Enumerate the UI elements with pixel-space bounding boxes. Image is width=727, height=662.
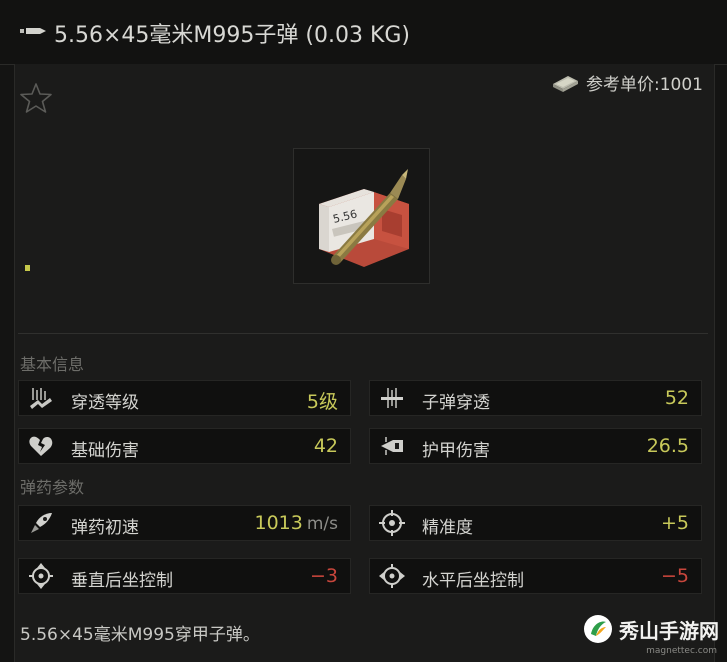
stat-value: 26.5 [646,435,689,457]
vertical-recoil-icon [19,559,63,593]
stat-bullet-penetration: 子弹穿透 52 [369,380,702,416]
quest-marker [25,265,30,271]
stat-muzzle-velocity: 弹药初速 1013 m/s [18,505,351,541]
bullet-penetration-icon [370,381,414,415]
site-logo-icon [584,615,612,643]
stat-penetration-level: 穿透等级 5级 [18,380,351,416]
divider [18,333,708,334]
watermark-name: 秀山手游网 [619,618,719,643]
stat-value: 42 [313,435,338,457]
stat-base-damage: 基础伤害 42 [18,428,351,464]
item-image-slot: 5.56 [293,148,430,284]
reference-price: 参考单价:1001 [550,70,703,95]
stat-value: 1013 m/s [254,512,338,534]
stat-horizontal-recoil: 水平后坐控制 −5 [369,558,702,594]
stat-value-number: 1013 [254,512,303,534]
star-icon[interactable] [20,82,52,114]
stat-value-unit: m/s [306,514,338,534]
ammo-box-image: 5.56 [319,169,409,267]
stat-vertical-recoil: 垂直后坐控制 −3 [18,558,351,594]
item-title: 5.56×45毫米M995子弹 (0.03 KG) [54,23,410,48]
stat-armor-damage: 护甲伤害 26.5 [369,428,702,464]
stat-label: 垂直后坐控制 [71,571,173,591]
horizontal-recoil-icon [370,559,414,593]
stat-value: −5 [660,565,689,587]
stat-label: 基础伤害 [71,441,139,461]
stat-value: 5级 [306,391,338,413]
section-basic-info: 基本信息 [20,355,85,374]
item-inspect-window: 5.56×45毫米M995子弹 (0.03 KG) 参考单价:1001 5.56 [0,0,727,662]
penetration-level-icon [19,381,63,415]
stat-value: 52 [664,387,689,409]
crosshair-icon [370,506,414,540]
armor-damage-icon [370,429,414,463]
watermark-domain: magnettec.com [646,646,717,656]
site-watermark: 秀山手游网 [583,614,719,644]
item-description: 5.56×45毫米M995穿甲子弹。 [20,625,260,645]
title-bar[interactable]: 5.56×45毫米M995子弹 (0.03 KG) [0,0,727,65]
bullet-icon [20,28,46,34]
rocket-icon [19,506,63,540]
stat-label: 子弹穿透 [422,393,490,413]
stat-value: +5 [660,512,689,534]
stat-label: 精准度 [422,518,473,538]
stat-value: −3 [309,565,338,587]
stat-accuracy: 精准度 +5 [369,505,702,541]
stat-label: 穿透等级 [71,393,139,413]
money-stack-icon [553,75,578,92]
broken-heart-icon [19,429,63,463]
section-ammo-params: 弹药参数 [20,478,85,497]
stat-label: 弹药初速 [71,518,139,538]
reference-price-text: 参考单价:1001 [586,75,703,95]
stat-label: 护甲伤害 [422,441,490,461]
stat-label: 水平后坐控制 [422,571,524,591]
